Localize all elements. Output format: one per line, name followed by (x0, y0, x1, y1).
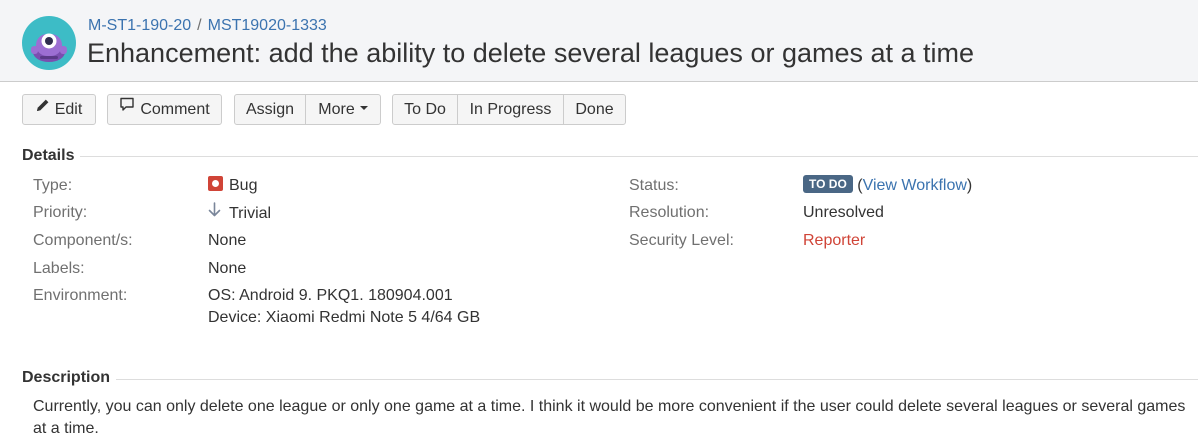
assign-button[interactable]: Assign (234, 94, 306, 125)
page-title: Enhancement: add the ability to delete s… (87, 38, 975, 68)
priority-value: Trivial (208, 202, 272, 224)
chevron-down-icon (359, 105, 368, 110)
arrow-down-icon (208, 202, 221, 222)
project-avatar-icon[interactable] (22, 16, 76, 70)
security-level-label: Security Level: (629, 232, 734, 249)
details-divider (80, 156, 1198, 157)
edit-button-label: Edit (54, 101, 83, 118)
breadcrumb-project-link[interactable]: M-ST1-190-20 (88, 17, 191, 34)
assign-button-label: Assign (245, 101, 295, 118)
done-button[interactable]: Done (563, 94, 626, 125)
more-button-label: More (318, 101, 355, 118)
type-label: Type: (33, 177, 73, 194)
done-button-label: Done (575, 101, 614, 118)
bug-icon (208, 176, 223, 192)
comment-icon (119, 93, 135, 122)
workflow-close-paren: ) (966, 177, 973, 195)
status-value: TO DO (View Workflow) (803, 175, 973, 195)
in-progress-button-label: In Progress (469, 101, 552, 118)
components-label: Component/s: (33, 232, 133, 249)
breadcrumb-separator: / (197, 17, 202, 34)
more-button[interactable]: More (305, 94, 381, 125)
pencil-icon (36, 93, 50, 122)
type-value: Bug (208, 176, 258, 195)
edit-button[interactable]: Edit (22, 94, 96, 125)
description-text: Currently, you can only delete one leagu… (33, 398, 1186, 437)
priority-label: Priority: (33, 204, 88, 221)
status-badge: TO DO (803, 175, 853, 193)
labels-value: None (208, 260, 247, 277)
components-value: None (208, 232, 247, 249)
environment-value-device: Device: Xiaomi Redmi Note 5 4/64 GB (208, 309, 481, 326)
environment-label: Environment: (33, 287, 128, 304)
breadcrumb-issue-link[interactable]: MST19020-1333 (208, 17, 327, 34)
comment-button-label: Comment (140, 101, 210, 118)
resolution-value: Unresolved (803, 204, 884, 221)
labels-label: Labels: (33, 260, 85, 277)
in-progress-button[interactable]: In Progress (457, 94, 564, 125)
breadcrumb: M-ST1-190-20 / MST19020-1333 (88, 17, 327, 35)
details-heading: Details (22, 147, 75, 164)
todo-button-label: To Do (404, 101, 446, 118)
resolution-label: Resolution: (629, 204, 710, 221)
description-divider (116, 379, 1198, 380)
todo-button[interactable]: To Do (392, 94, 458, 125)
type-value-text: Bug (229, 177, 258, 194)
environment-value-os: OS: Android 9. PKQ1. 180904.001 (208, 287, 453, 304)
view-workflow-link[interactable]: View Workflow (863, 177, 967, 194)
priority-value-text: Trivial (229, 205, 272, 223)
security-level-value: Reporter (803, 232, 866, 249)
status-label: Status: (629, 177, 679, 194)
description-heading: Description (22, 369, 111, 386)
comment-button[interactable]: Comment (107, 94, 222, 125)
issue-header: M-ST1-190-20 / MST19020-1333 Enhancement: … (0, 0, 1198, 82)
